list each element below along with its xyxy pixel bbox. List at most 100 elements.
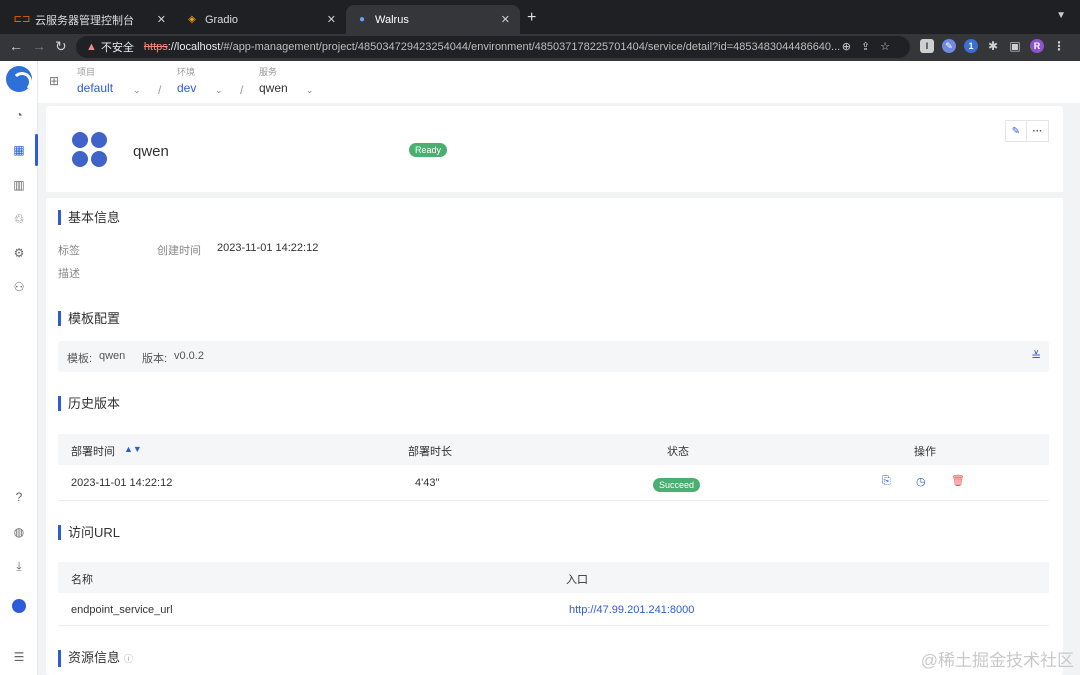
view-config-icon[interactable]: ⎘ [882,475,891,488]
section-title-history: 历史版本 [58,396,120,411]
column-header[interactable]: 部署时间 [71,443,115,459]
section-title-resources: 资源信息 ⓘ [58,650,133,667]
browser-tab-aliyun[interactable]: ⊏⊐ 云服务器管理控制台 ✕ [6,5,176,34]
browser-menu-icon[interactable]: ⋮ [1052,39,1066,53]
created-value: 2023-11-01 14:22:12 [217,242,319,254]
browser-tab-walrus[interactable]: ● Walrus ✕ [346,5,520,34]
info-icon[interactable]: ⓘ [124,654,133,664]
status-badge: Ready [409,143,448,157]
sidepanel-icon[interactable]: ▣ [1008,39,1022,53]
reload-icon[interactable]: ↻ [55,38,67,55]
apps-grid-icon[interactable]: ⊞ [49,74,59,88]
section-title-template: 模板配置 [58,311,120,326]
settings-gear-icon[interactable]: ⚙ [9,243,29,263]
dashboard-icon[interactable]: ◔ [9,105,29,125]
url-scheme: https [143,41,168,53]
breadcrumb-service[interactable]: 服务 qwen ⌄ [259,65,314,95]
breadcrumb-separator: / [240,83,244,97]
share-icon[interactable]: ⇪ [861,41,880,53]
section-title-basic-info: 基本信息 [58,210,120,225]
gradio-favicon-icon: ◈ [188,14,196,25]
user-avatar[interactable] [9,596,29,616]
row-divider [58,625,1049,626]
tags-label: 标签 [58,245,80,257]
walrus-logo-icon[interactable] [6,66,32,92]
extensions-puzzle-icon[interactable]: ✱ [986,39,1000,53]
close-tab-icon[interactable]: ✕ [327,13,336,26]
back-arrow-icon[interactable]: ← [9,38,23,54]
top-breadcrumb-bar: ⊞ 项目 default ⌄ / 环境 dev ⌄ / 服务 qwen ⌄ [38,61,1080,103]
breadcrumb-value: dev [177,81,197,95]
language-globe-icon[interactable]: ◍ [9,522,29,542]
browser-toolbar: ← → ↻ ▲ 不安全 https ://localhost /#/app-ma… [0,34,1080,61]
column-header: 入口 [566,574,588,586]
extension-1password-icon[interactable]: 1 [964,39,978,53]
close-tab-icon[interactable]: ✕ [157,13,166,26]
sort-icon[interactable]: ▲▼ [124,444,142,454]
new-tab-button[interactable]: + [527,9,536,27]
version-label: 版本: [142,353,168,365]
template-label: 模板: [67,353,93,365]
breadcrumb-value: default [77,81,114,95]
template-config-box: 模板: qwen 版本: v0.0.2 ≚ [58,341,1049,372]
deploy-duration: 4'43" [415,477,440,489]
extension-feather-icon[interactable]: ✎ [942,39,956,53]
expand-collapse-icon[interactable]: ≚ [1031,349,1041,363]
extensions-bar: I ✎ 1 ✱ ▣ R ⋮ [920,39,1066,53]
edit-icon[interactable]: ✎ [1005,120,1027,142]
breadcrumb-caption: 项目 [77,67,96,77]
close-tab-icon[interactable]: ✕ [501,13,510,26]
resources-title: 资源信息 [68,650,121,665]
walrus-favicon-icon: ● [358,14,366,25]
description-label: 描述 [58,268,80,280]
breadcrumb-caption: 环境 [177,67,196,77]
rollback-clock-icon[interactable]: ◷ [916,475,926,488]
aliyun-favicon-icon: ⊏⊐ [13,14,31,25]
service-logo-icon [72,132,108,168]
column-header: 状态 [667,446,689,458]
tab-title: Walrus [375,13,409,26]
omnibox-actions: ⊕⇪☆ [842,40,900,53]
forward-arrow-icon[interactable]: → [32,38,46,54]
row-divider [58,500,1049,501]
url-path: /#/app-management/project/48503472942325… [220,41,841,53]
operations-chart-icon[interactable]: ▥ [9,175,29,195]
url-table-header: 名称 入口 [58,562,1049,593]
download-icon[interactable]: ⤓ [9,556,29,576]
warning-triangle-icon: ▲ [86,41,97,53]
browser-tab-gradio[interactable]: ◈ Gradio ✕ [176,5,346,34]
tab-title: Gradio [205,13,239,26]
url-host: ://localhost [167,41,221,53]
template-value: qwen [99,350,126,362]
help-icon[interactable]: ? [9,487,29,507]
service-detail: qwen Ready ✎ ··· 基本信息 标签 创建时间 2023-11-01… [46,106,1063,675]
address-bar[interactable]: ▲ 不安全 https ://localhost /#/app-manageme… [76,36,910,58]
users-icon[interactable]: ⚇ [9,277,29,297]
column-header: 部署时长 [408,446,452,458]
collapse-menu-icon[interactable]: ☰ [9,647,29,667]
endpoint-url-link[interactable]: http://47.99.201.241:8000 [569,604,694,616]
breadcrumb-environment[interactable]: 环境 dev ⌄ [177,65,223,95]
watermark: @稀土掘金技术社区 [920,651,1074,670]
version-value: v0.0.2 [174,350,204,362]
zoom-icon[interactable]: ⊕ [842,41,861,53]
chevron-down-icon: ⌄ [133,85,141,95]
status-badge: Succeed [653,478,701,492]
chevron-down-icon: ⌄ [306,85,314,95]
sidebar: ◔ ▦ ▥ ♲ ⚙ ⚇ ? ◍ ⤓ ☰ [0,61,38,675]
extension-i-icon[interactable]: I [920,39,934,53]
applications-grid-icon[interactable]: ▦ [9,140,29,160]
more-actions-icon[interactable]: ··· [1027,120,1049,142]
breadcrumb-caption: 服务 [259,67,278,77]
breadcrumb-project[interactable]: 项目 default ⌄ [77,65,141,95]
column-header: 操作 [914,446,936,458]
header-actions: ✎ ··· [1005,120,1049,142]
tab-search-chevron-icon[interactable]: ▼ [1056,10,1066,21]
delete-trash-icon[interactable]: 🗑 [951,474,965,487]
resources-cycle-icon[interactable]: ♲ [9,209,29,229]
deploy-time: 2023-11-01 14:22:12 [71,477,173,489]
bookmark-star-icon[interactable]: ☆ [880,41,900,53]
endpoint-name: endpoint_service_url [71,604,173,616]
profile-avatar[interactable]: R [1030,39,1044,53]
created-label: 创建时间 [157,245,201,257]
